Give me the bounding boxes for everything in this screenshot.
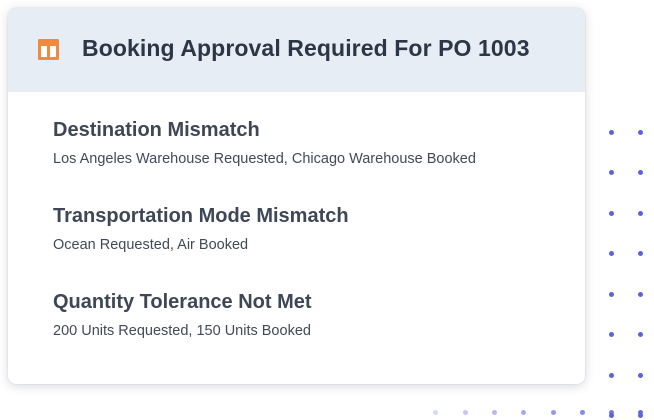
- decorative-dot: [608, 170, 614, 175]
- decorative-dot: [637, 129, 643, 135]
- issue-transportation-mode-mismatch: Transportation Mode Mismatch Ocean Reque…: [53, 205, 349, 253]
- card-title: Booking Approval Required For PO 1003: [82, 35, 530, 61]
- decorative-dot: [637, 170, 643, 175]
- decorative-dot: [637, 210, 643, 216]
- decorative-dot: [608, 129, 614, 135]
- document-bars-icon: [38, 39, 59, 60]
- issue-destination-mismatch: Destination Mismatch Los Angeles Warehou…: [53, 119, 476, 167]
- decorative-dot: [608, 291, 614, 297]
- decorative-dot: [637, 332, 643, 337]
- issue-title: Transportation Mode Mismatch: [53, 205, 349, 227]
- decorative-dot: [637, 372, 643, 378]
- decorative-dot: [550, 409, 556, 415]
- issue-detail: 200 Units Requested, 150 Units Booked: [53, 323, 311, 339]
- decorative-dot: [637, 409, 643, 415]
- issue-detail: Ocean Requested, Air Booked: [53, 237, 249, 253]
- issue-title: Quantity Tolerance Not Met: [53, 291, 312, 313]
- decorative-dot: [608, 332, 614, 337]
- decorative-dot: [637, 251, 643, 256]
- card-header: Booking Approval Required For PO 1003: [8, 8, 585, 92]
- decorative-dot: [608, 372, 614, 378]
- decorative-dot: [608, 251, 614, 256]
- decorative-dot: [432, 409, 438, 415]
- issue-quantity-tolerance: Quantity Tolerance Not Met 200 Units Req…: [53, 291, 312, 339]
- decorative-dot: [520, 409, 526, 415]
- decorative-dot: [608, 210, 614, 216]
- decorative-dot: [579, 409, 585, 415]
- booking-approval-card: Booking Approval Required For PO 1003 De…: [8, 8, 585, 384]
- decorative-dot: [637, 291, 643, 297]
- issue-title: Destination Mismatch: [53, 119, 260, 141]
- decorative-dot: [491, 409, 497, 415]
- stage: Booking Approval Required For PO 1003 De…: [0, 0, 654, 420]
- decorative-dot: [608, 409, 614, 415]
- decorative-dot: [462, 409, 468, 415]
- issue-detail: Los Angeles Warehouse Requested, Chicago…: [53, 151, 476, 167]
